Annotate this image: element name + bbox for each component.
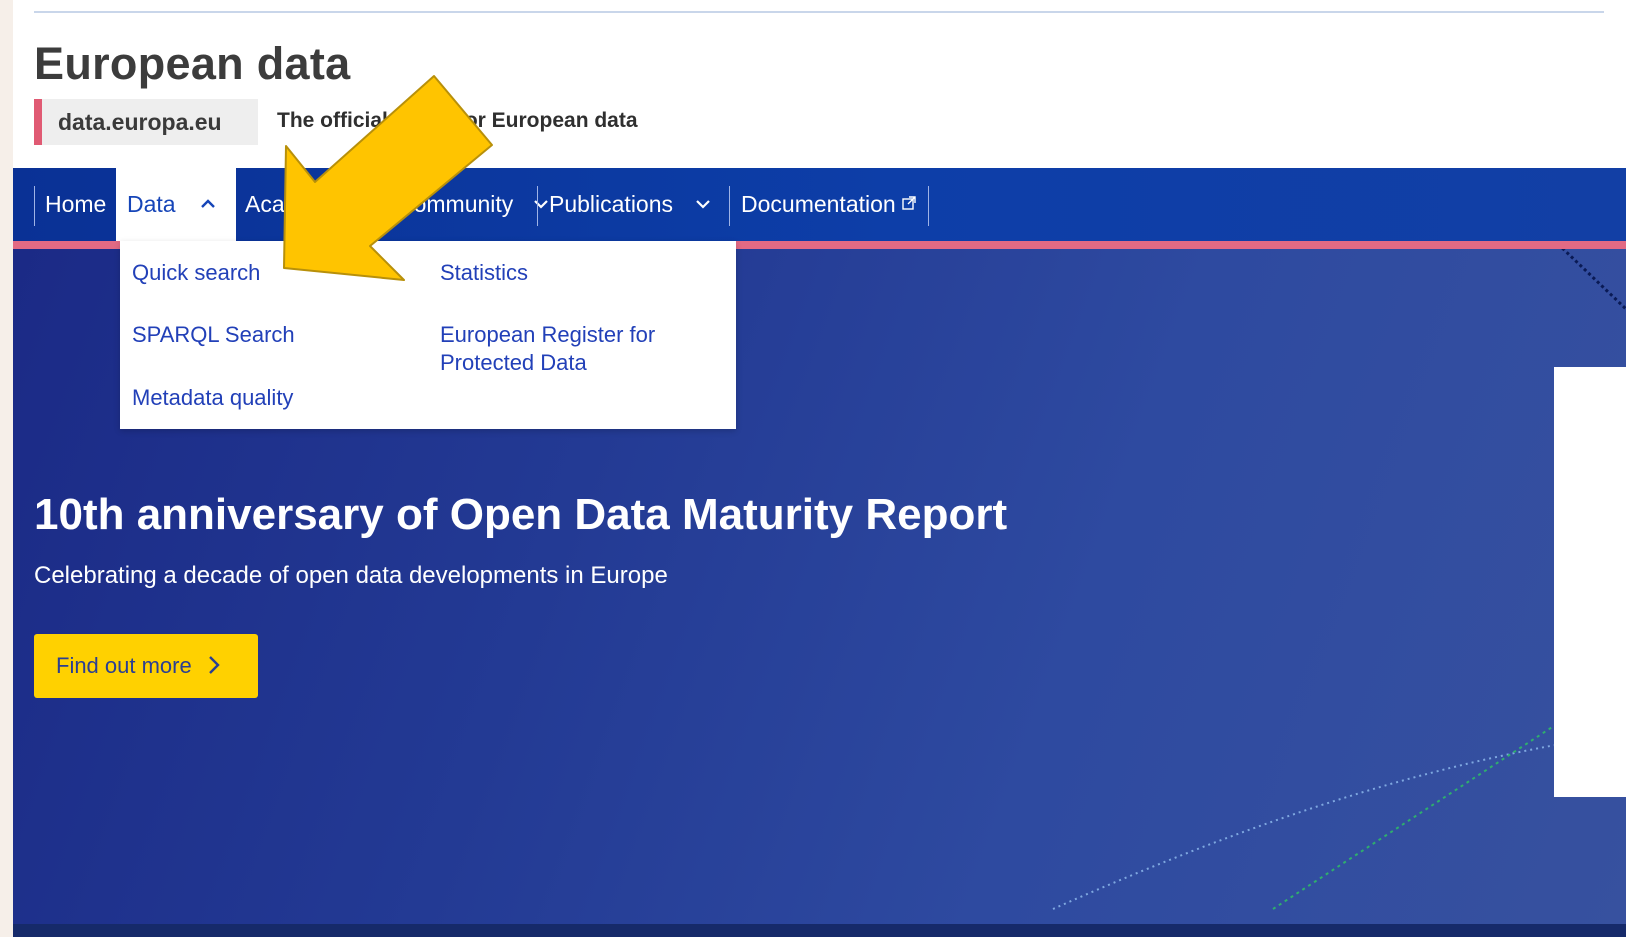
hero-graphic (1554, 367, 1626, 797)
menu-item-quick-search[interactable]: Quick search (132, 259, 260, 287)
cta-label: Find out more (56, 653, 192, 678)
data-dropdown-menu: Quick search SPARQL Search Metadata qual… (120, 241, 736, 429)
menu-item-sparql-search[interactable]: SPARQL Search (132, 321, 295, 349)
nav-separator (928, 186, 929, 226)
page: European data data.europa.eu The officia… (13, 0, 1626, 937)
site-tagline: The official portal for European data (277, 109, 638, 132)
nav-item-documentation[interactable]: Documentation (730, 168, 928, 241)
nav-item-label: Community (397, 191, 514, 217)
hero-subtitle: Celebrating a decade of open data develo… (34, 562, 668, 589)
footer-band (13, 924, 1626, 937)
menu-item-metadata-quality[interactable]: Metadata quality (132, 384, 293, 412)
chevron-right-icon (208, 651, 220, 682)
nav-item-label: Academy (245, 191, 341, 217)
main-navigation: Home Data Academy Community Publications (13, 168, 1626, 241)
nav-item-label: Documentation (741, 191, 896, 217)
nav-item-label: Home (45, 191, 107, 217)
menu-item-statistics[interactable]: Statistics (440, 259, 528, 287)
menu-item-label: European Register for (440, 322, 656, 347)
top-divider (34, 11, 1604, 13)
find-out-more-button[interactable]: Find out more (34, 634, 258, 698)
menu-item-european-register[interactable]: European Register for Protected Data (440, 321, 720, 377)
nav-item-label: Data (127, 191, 176, 217)
nav-item-label: Publications (549, 191, 674, 217)
chevron-up-icon (200, 196, 216, 214)
nav-item-publications[interactable]: Publications (538, 168, 728, 241)
menu-item-label: Protected Data (440, 350, 587, 375)
nav-item-community[interactable]: Community (385, 168, 549, 241)
chevron-down-icon (695, 196, 711, 214)
site-title[interactable]: European data (34, 38, 350, 90)
external-link-icon (902, 195, 916, 214)
nav-item-home[interactable]: Home (35, 168, 114, 241)
site-tag[interactable]: data.europa.eu (34, 99, 258, 145)
hero-title: 10th anniversary of Open Data Maturity R… (34, 490, 1008, 539)
nav-item-data[interactable]: Data (116, 168, 236, 241)
